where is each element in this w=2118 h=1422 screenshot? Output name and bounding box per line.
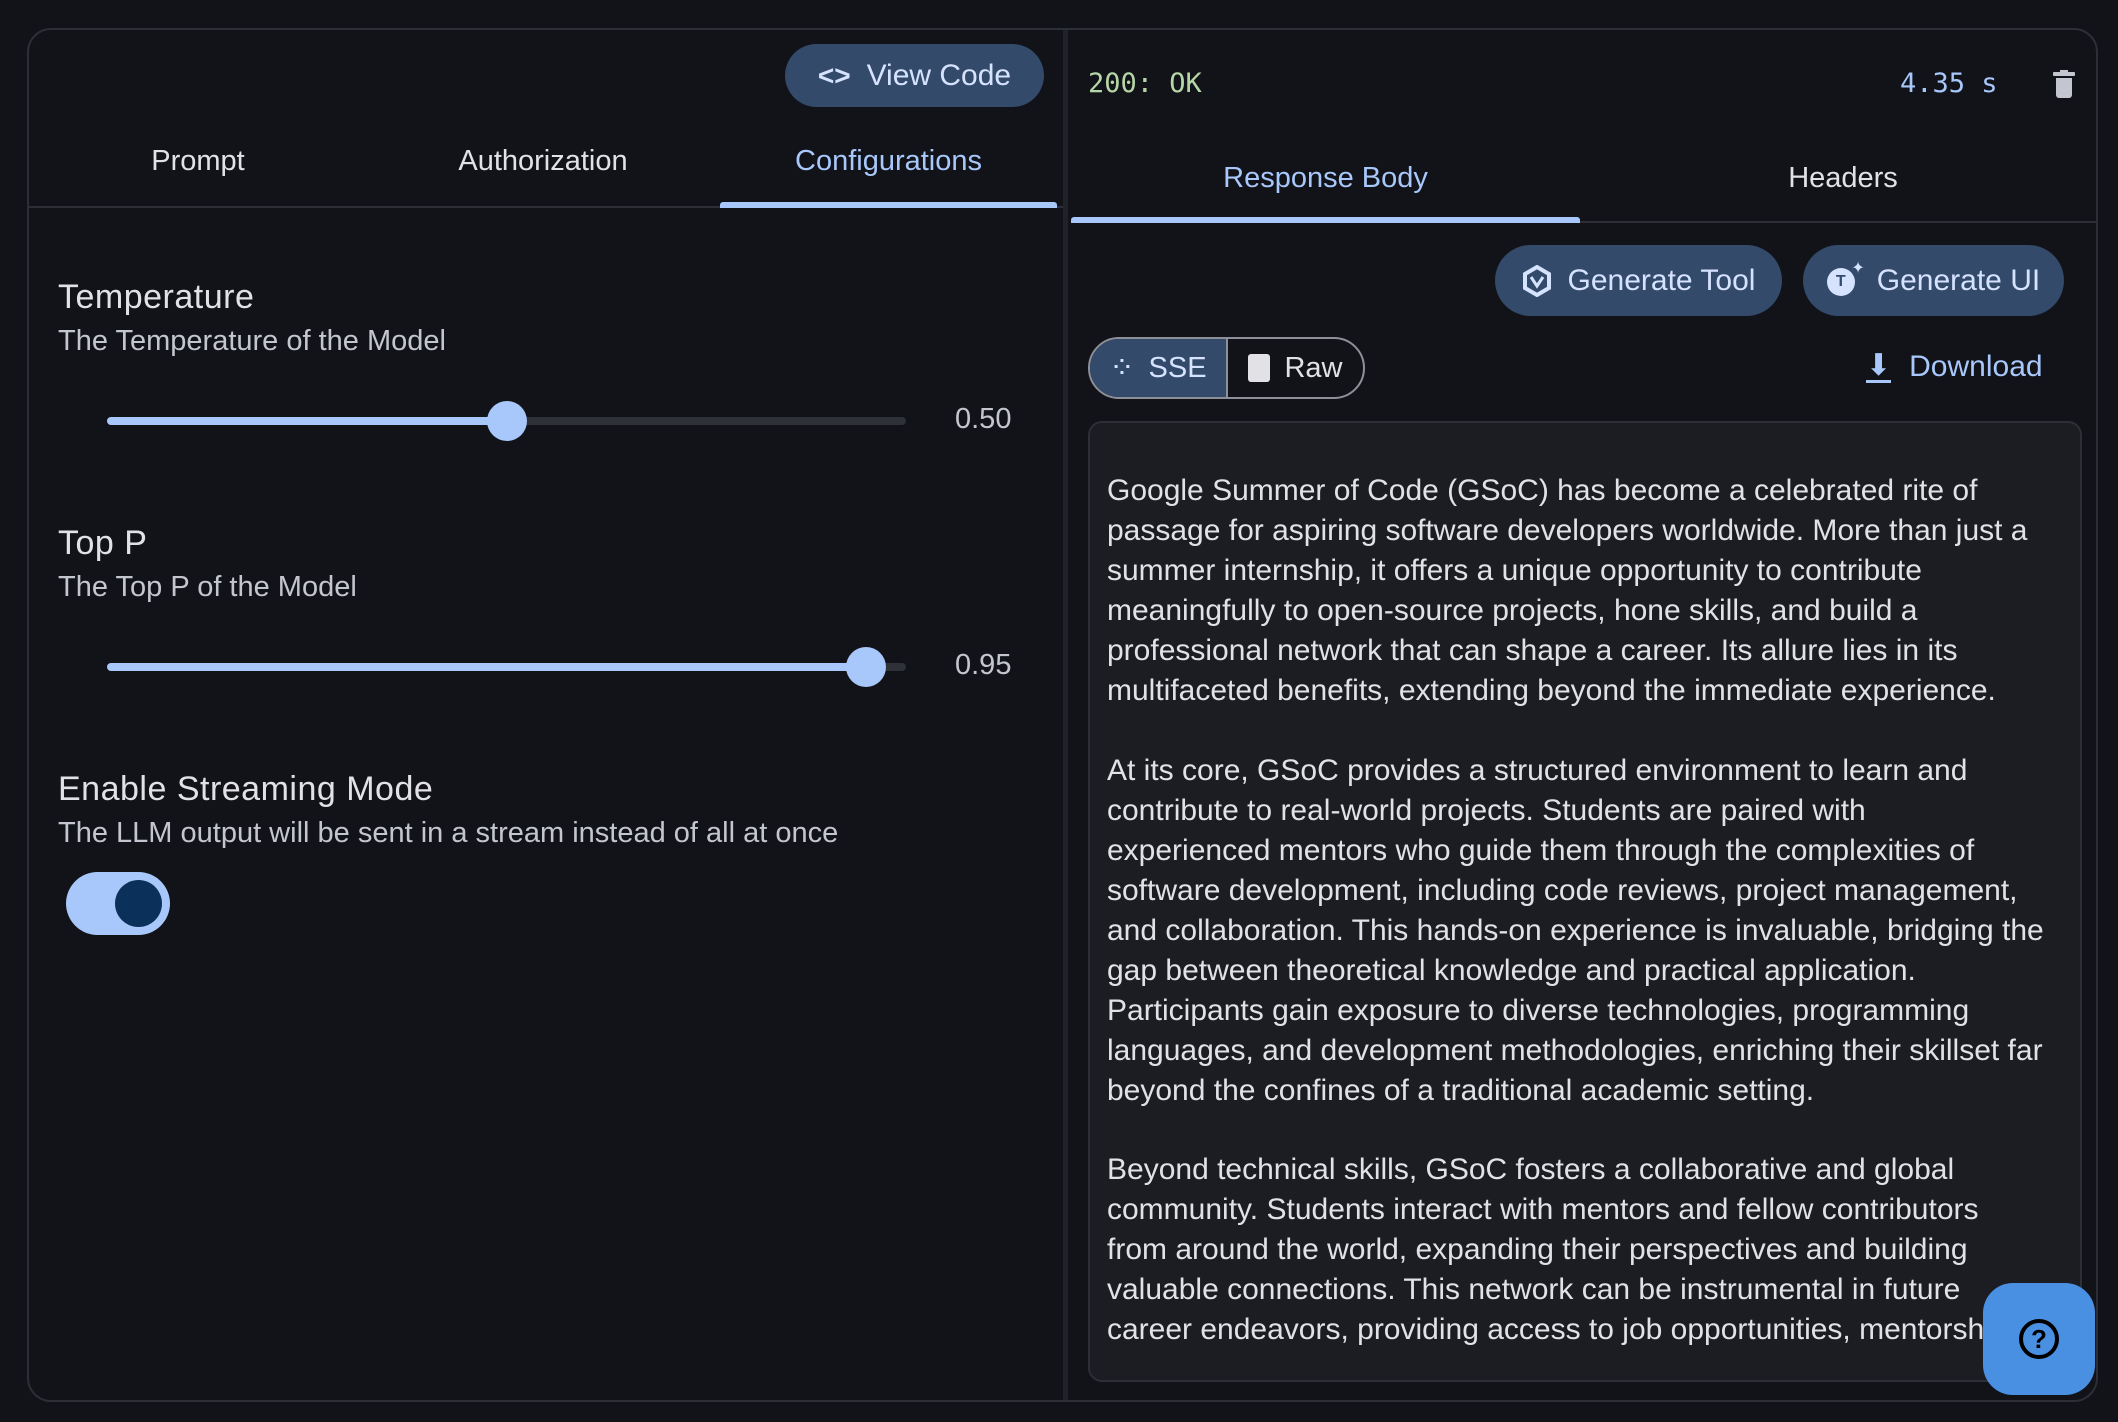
response-paragraph: At its core, GSoC provides a structured …	[1107, 751, 2064, 1111]
response-text-line: At its core, GSoC provides a structured …	[1107, 753, 1968, 787]
response-text-line: and collaboration. This hands-on experie…	[1107, 913, 2044, 947]
streaming-description: The LLM output will be sent in a stream …	[58, 817, 839, 849]
temperature-value: 0.50	[955, 403, 1012, 435]
format-toggle-group: ⁘ SSE Raw	[1088, 337, 1365, 399]
response-text-line: languages, and development methodologies…	[1107, 1033, 2043, 1067]
response-text-line: gap between theoretical knowledge and pr…	[1107, 953, 1916, 987]
tab-label: Response Body	[1223, 162, 1428, 194]
tab-headers[interactable]: Headers	[1590, 162, 2096, 195]
response-paragraph: Beyond technical skills, GSoC fosters a …	[1107, 1150, 2064, 1350]
response-text-line: from around the world, expanding their p…	[1107, 1233, 1968, 1266]
hexagon-tool-icon	[1522, 264, 1551, 297]
response-text-line: professional network that can shape a ca…	[1107, 634, 1958, 667]
response-text-line: summer internship, it offers a unique op…	[1107, 554, 1922, 587]
response-text-line: contribute to real-world projects. Stude…	[1107, 793, 1866, 827]
status-code: 200: OK	[1088, 68, 1202, 99]
active-tab-indicator	[1071, 217, 1580, 223]
toggle-knob	[115, 880, 162, 927]
response-text-line: Google Summer of Code (GSoC) has become …	[1107, 474, 1978, 507]
sse-icon: ⁘	[1109, 351, 1135, 385]
response-text-line: software development, including code rev…	[1107, 873, 2018, 907]
response-text-line: experienced mentors who guide them throu…	[1107, 833, 1975, 867]
generate-ui-button[interactable]: T ✦ Generate UI	[1803, 245, 2064, 316]
temperature-description: The Temperature of the Model	[58, 325, 446, 357]
streaming-toggle[interactable]	[66, 872, 170, 935]
response-text-line: multifaceted benefits, extending beyond …	[1107, 674, 1996, 707]
sse-label: SSE	[1148, 351, 1207, 384]
streaming-label: Enable Streaming Mode	[58, 770, 434, 808]
help-button[interactable]: ?	[1983, 1283, 2095, 1395]
top-p-value: 0.95	[955, 649, 1012, 681]
response-text-line: career endeavors, providing access to jo…	[1107, 1313, 2016, 1346]
sse-toggle[interactable]: ⁘ SSE	[1090, 339, 1228, 397]
response-text-line: valuable connections. This network can b…	[1107, 1273, 1961, 1306]
response-text-line: Beyond technical skills, GSoC fosters a …	[1107, 1153, 1955, 1186]
response-text-line: meaningfully to open-source projects, ho…	[1107, 594, 1918, 627]
raw-toggle[interactable]: Raw	[1228, 339, 1363, 397]
trash-icon[interactable]	[2053, 70, 2075, 98]
top-p-description: The Top P of the Model	[58, 571, 357, 603]
generate-tool-button[interactable]: Generate Tool	[1495, 245, 1782, 316]
generate-ui-label: Generate UI	[1876, 263, 2041, 297]
temperature-slider[interactable]	[107, 401, 906, 441]
response-text-line: Participants gain exposure to diverse te…	[1107, 993, 1970, 1027]
tab-configurations[interactable]: Configurations	[720, 145, 1057, 178]
response-paragraph: Google Summer of Code (GSoC) has become …	[1107, 471, 2064, 711]
generate-tool-label: Generate Tool	[1567, 263, 1756, 297]
temperature-label: Temperature	[58, 278, 255, 316]
response-body-content[interactable]: Google Summer of Code (GSoC) has become …	[1088, 421, 2082, 1382]
top-p-slider[interactable]	[107, 647, 906, 687]
slider-thumb[interactable]	[846, 647, 887, 687]
response-text-line: community. Students interact with mentor…	[1107, 1193, 1979, 1226]
tab-authorization[interactable]: Authorization	[373, 145, 713, 178]
tab-label: Headers	[1788, 162, 1898, 194]
view-code-label: View Code	[866, 58, 1012, 92]
top-p-label: Top P	[58, 524, 148, 562]
tab-label: Authorization	[458, 145, 628, 177]
download-button[interactable]: ⬇ Download	[1866, 350, 2043, 384]
code-icon: <>	[817, 59, 851, 91]
view-code-button[interactable]: <> View Code	[785, 44, 1044, 107]
response-text-line: beyond the confines of a traditional aca…	[1107, 1073, 1815, 1107]
response-time: 4.35 s	[1900, 68, 1998, 99]
panel-divider[interactable]	[1063, 30, 1068, 1400]
slider-fill	[107, 417, 507, 425]
tab-response-body[interactable]: Response Body	[1071, 162, 1580, 195]
tab-label: Configurations	[795, 145, 982, 177]
download-label: Download	[1909, 350, 2043, 383]
help-icon: ?	[2019, 1319, 2059, 1359]
raw-label: Raw	[1284, 351, 1343, 384]
tab-prompt[interactable]: Prompt	[28, 145, 368, 178]
active-tab-indicator	[720, 202, 1057, 208]
document-icon	[1248, 354, 1271, 382]
response-text-line: passage for aspiring software developers…	[1107, 514, 2028, 547]
sparkle-t-icon: T ✦	[1826, 260, 1865, 298]
slider-thumb[interactable]	[486, 401, 527, 441]
slider-fill	[107, 663, 867, 671]
tab-label: Prompt	[151, 145, 245, 177]
download-icon: ⬇	[1866, 348, 1892, 383]
